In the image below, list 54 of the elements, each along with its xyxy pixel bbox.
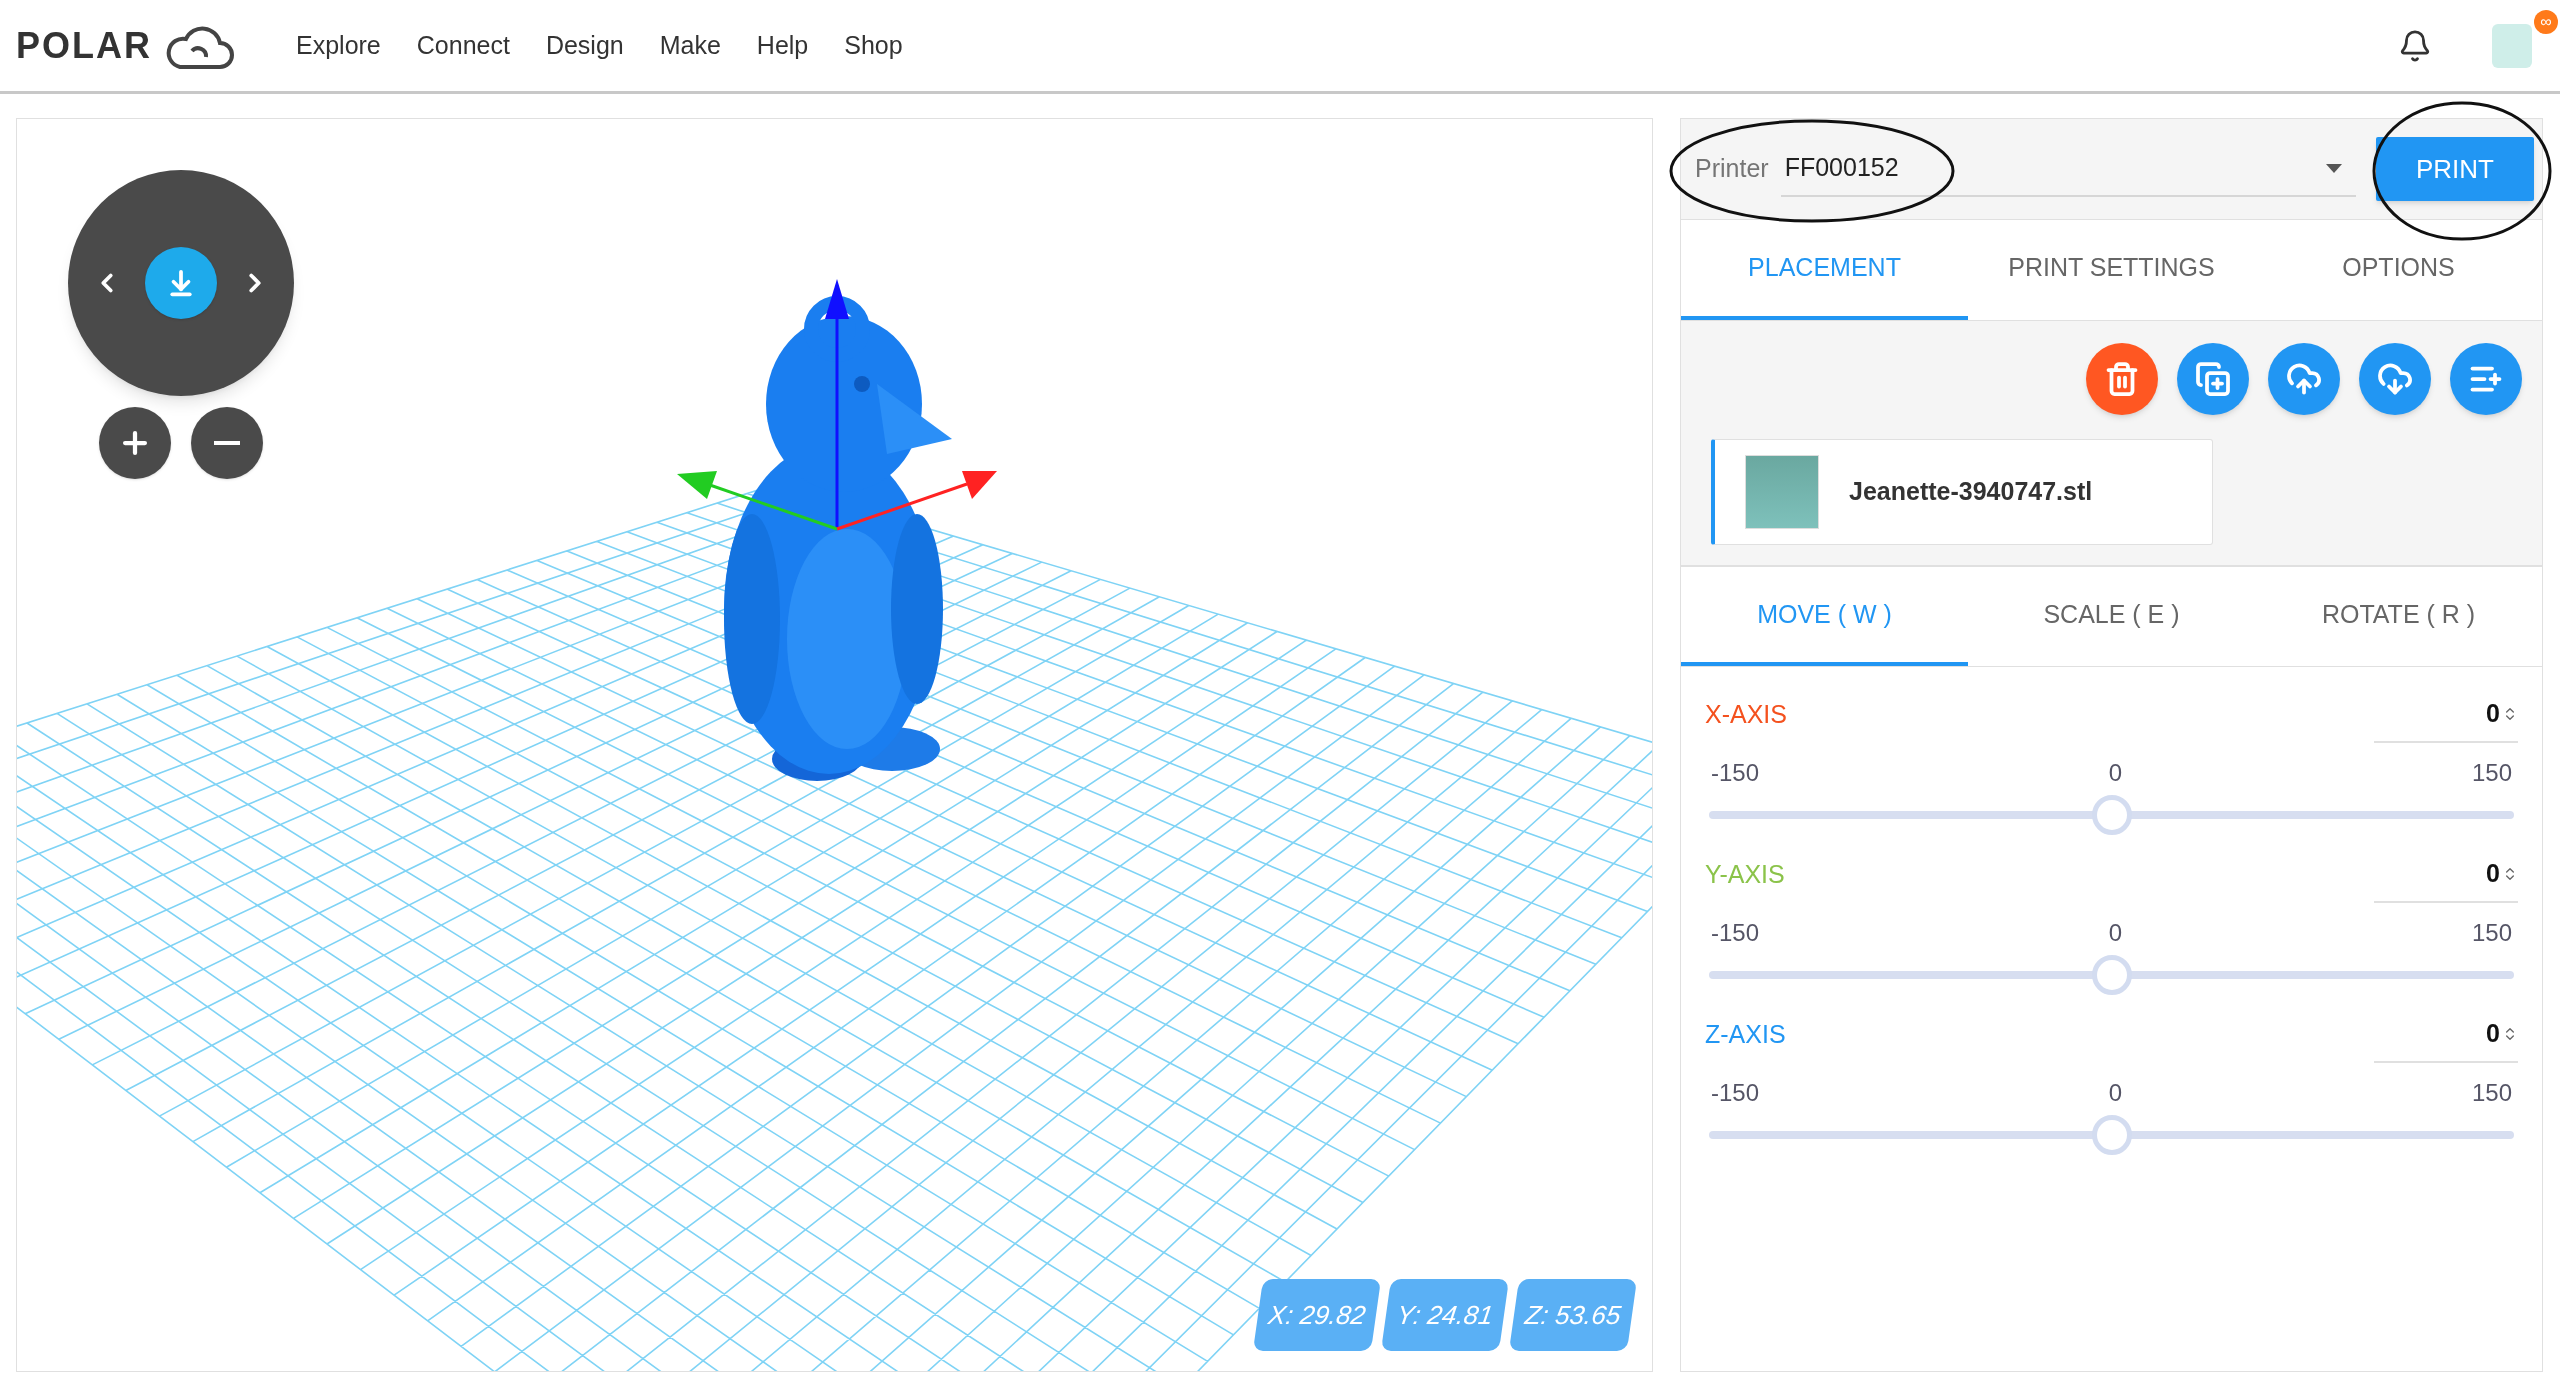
add-to-list-button[interactable] [2450,343,2522,415]
cloud-download-icon [2377,361,2413,397]
slider-thumb[interactable] [2091,955,2132,995]
axis-value-input[interactable]: 0 [2374,1007,2518,1063]
transform-tab[interactable]: ROTATE ( R ) [2255,567,2542,666]
coordinate-readout: Z: 53.65 [1508,1279,1638,1351]
nav-link[interactable]: Help [756,26,809,65]
slider-min-label: -150 [1711,918,1760,948]
zoom-out-button[interactable] [191,407,263,479]
zoom-in-button[interactable] [99,407,171,479]
slider-max-label: 150 [2471,918,2512,948]
duplicate-button[interactable] [2177,343,2249,415]
copy-plus-icon [2195,361,2231,397]
slider-max-label: 150 [2471,758,2512,788]
trash-icon [2104,361,2140,397]
nav-link[interactable]: Design [545,26,624,65]
minus-icon [214,441,240,445]
file-name: Jeanette-3940747.stl [1849,476,2093,508]
slider-max-label: 150 [2471,1078,2512,1108]
printer-select[interactable]: FF000152 [1780,141,2356,197]
upload-button[interactable] [2268,343,2340,415]
slider-mid-label: 0 [2108,918,2123,948]
slider-thumb[interactable] [2091,795,2132,835]
slider-min-label: -150 [1711,1078,1760,1108]
axis-slider[interactable] [1709,955,2514,995]
axis-label: X-AXIS [1705,699,1787,731]
printer-label: Printer [1695,153,1769,185]
model-file-card[interactable]: Jeanette-3940747.stl [1711,439,2213,545]
coordinate-readout: Y: 24.81 [1380,1279,1510,1351]
slider-thumb[interactable] [2091,1115,2132,1155]
panel-tab[interactable]: OPTIONS [2255,220,2542,320]
logo-text[interactable]: POLAR [16,18,152,73]
slider-min-label: -150 [1711,758,1760,788]
dropdown-caret-icon [2326,163,2342,173]
axis-label: Z-AXIS [1705,1019,1786,1051]
cloud-upload-icon [2286,361,2322,397]
axis-value-input[interactable]: 0 [2374,687,2518,743]
axis-value-input[interactable]: 0 [2374,847,2518,903]
panel-tab[interactable]: PRINT SETTINGS [1968,220,2255,320]
download-button[interactable] [2359,343,2431,415]
nav-link[interactable]: Shop [844,26,903,65]
coordinate-readout: X: 29.82 [1252,1279,1382,1351]
slider-mid-label: 0 [2108,758,2123,788]
nav-link[interactable]: Explore [296,26,381,65]
notification-bell-icon[interactable] [2398,28,2432,63]
slider-mid-label: 0 [2108,1078,2123,1108]
axis-label: Y-AXIS [1705,859,1785,891]
nav-link[interactable]: Connect [416,26,510,65]
nav-link[interactable]: Make [659,26,721,65]
avatar-badge: ∞ [2534,9,2558,34]
axis-slider[interactable] [1709,795,2514,835]
delete-button[interactable] [2086,343,2158,415]
axis-slider[interactable] [1709,1115,2514,1155]
transform-tab[interactable]: SCALE ( E ) [1968,567,2255,666]
